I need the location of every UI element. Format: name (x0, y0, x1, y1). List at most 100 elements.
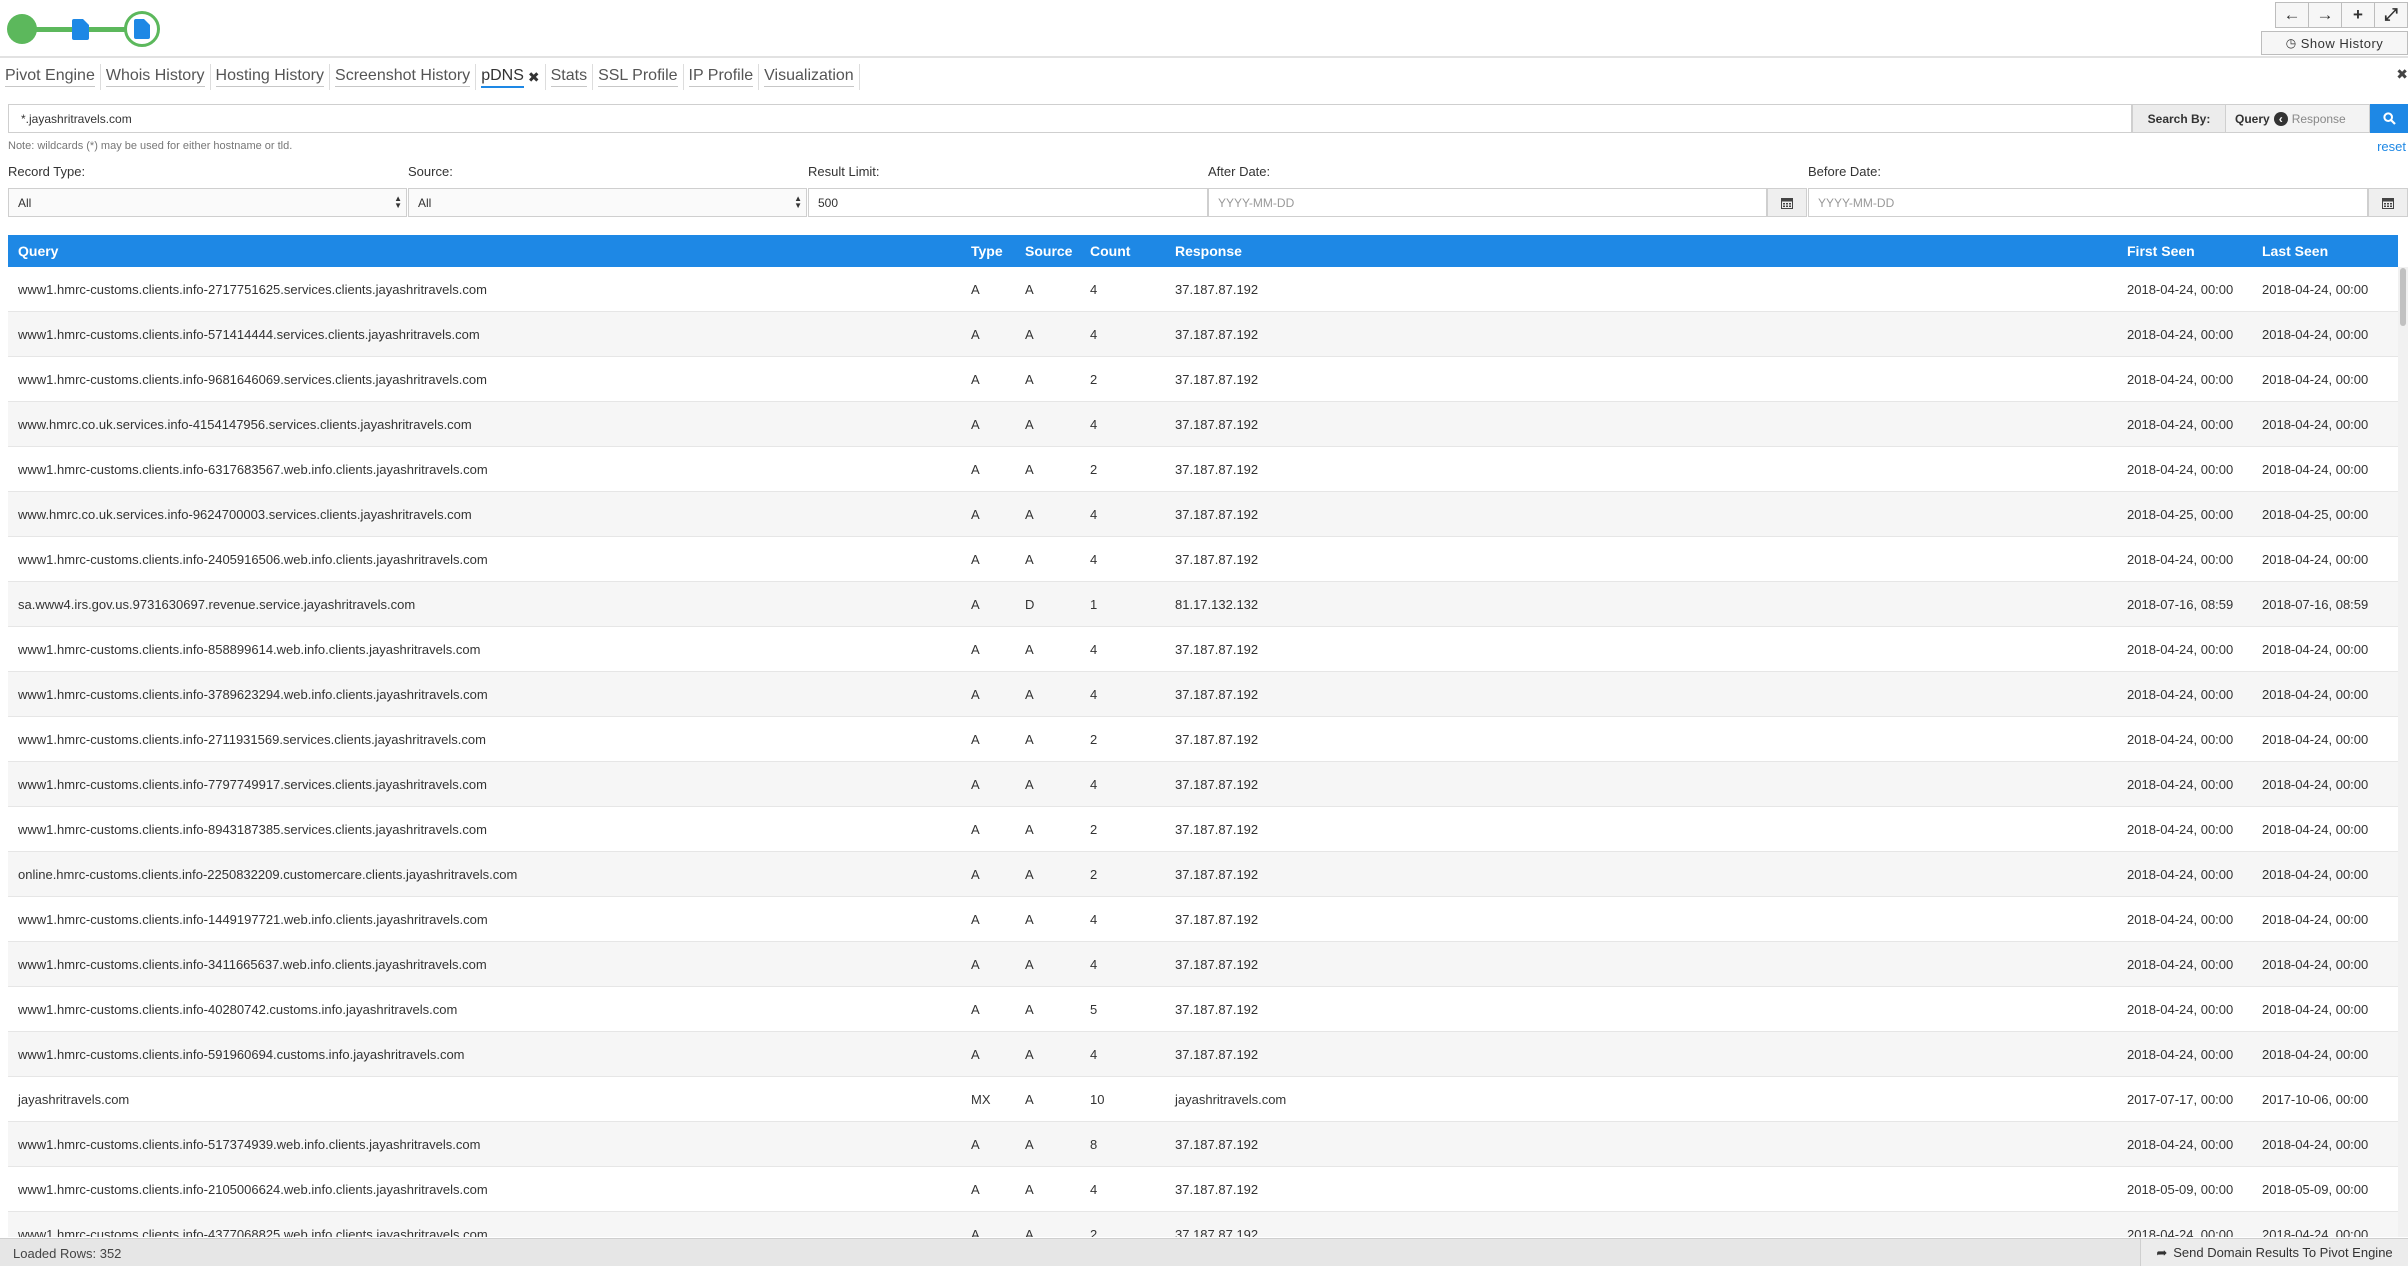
table-row[interactable]: www1.hmrc-customs.clients.info-40280742.… (8, 987, 2398, 1032)
table-row[interactable]: www1.hmrc-customs.clients.info-968164606… (8, 357, 2398, 402)
cell-response[interactable]: 81.17.132.132 (1175, 597, 1258, 612)
table-row[interactable]: www1.hmrc-customs.clients.info-571414444… (8, 312, 2398, 357)
before-date-calendar-button[interactable] (2368, 188, 2408, 217)
table-row[interactable]: www1.hmrc-customs.clients.info-631768356… (8, 447, 2398, 492)
cell-query[interactable]: www1.hmrc-customs.clients.info-40280742.… (18, 1002, 457, 1017)
table-row[interactable]: jayashritravels.com MX A 10 jayashritravels.… (8, 1077, 2398, 1122)
table-row[interactable]: www.hmrc.co.uk.services.info-4154147956.… (8, 402, 2398, 447)
cell-response[interactable]: 37.187.87.192 (1175, 912, 1258, 927)
tab-hosting-history[interactable]: Hosting History (211, 64, 331, 90)
table-row[interactable]: www1.hmrc-customs.clients.info-517374939… (8, 1122, 2398, 1167)
cell-query[interactable]: www1.hmrc-customs.clients.info-894318738… (18, 822, 487, 837)
cell-response[interactable]: 37.187.87.192 (1175, 417, 1258, 432)
table-row[interactable]: www1.hmrc-customs.clients.info-894318738… (8, 807, 2398, 852)
tab-visualization[interactable]: Visualization (759, 64, 860, 90)
cell-query[interactable]: www1.hmrc-customs.clients.info-378962329… (18, 687, 488, 702)
cell-response[interactable]: 37.187.87.192 (1175, 687, 1258, 702)
search-button[interactable] (2370, 104, 2408, 133)
column-header-first-seen[interactable]: First Seen (2127, 243, 2195, 259)
cell-query[interactable]: www1.hmrc-customs.clients.info-271193156… (18, 732, 486, 747)
cell-query[interactable]: www1.hmrc-customs.clients.info-968164606… (18, 372, 487, 387)
send-to-pivot-engine-button[interactable]: ➦ Send Domain Results To Pivot Engine (2140, 1239, 2408, 1266)
table-row[interactable]: www1.hmrc-customs.clients.info-378962329… (8, 672, 2398, 717)
cell-query[interactable]: www1.hmrc-customs.clients.info-571414444… (18, 327, 480, 342)
cell-response[interactable]: 37.187.87.192 (1175, 777, 1258, 792)
cell-response[interactable]: 37.187.87.192 (1175, 957, 1258, 972)
cell-query[interactable]: www1.hmrc-customs.clients.info-144919772… (18, 912, 488, 927)
cell-query[interactable]: www1.hmrc-customs.clients.info-517374939… (18, 1137, 480, 1152)
column-header-type[interactable]: Type (971, 243, 1003, 259)
table-scroll-thumb[interactable] (2400, 268, 2406, 326)
cell-response[interactable]: 37.187.87.192 (1175, 1137, 1258, 1152)
cell-response[interactable]: 37.187.87.192 (1175, 372, 1258, 387)
table-row[interactable]: www.hmrc.co.uk.services.info-9624700003.… (8, 492, 2398, 537)
cell-query[interactable]: www1.hmrc-customs.clients.info-858899614… (18, 642, 480, 657)
result-limit-input[interactable]: 500 (808, 188, 1208, 217)
table-row[interactable]: www1.hmrc-customs.clients.info-271193156… (8, 717, 2398, 762)
table-row[interactable]: www1.hmrc-customs.clients.info-271775162… (8, 267, 2398, 312)
column-header-query[interactable]: Query (18, 243, 58, 259)
table-scrollbar[interactable] (2398, 267, 2408, 1237)
tab-ip-profile[interactable]: IP Profile (684, 64, 760, 90)
column-header-source[interactable]: Source (1025, 243, 1072, 259)
tab-stats[interactable]: Stats (546, 64, 594, 90)
cell-query[interactable]: www1.hmrc-customs.clients.info-631768356… (18, 462, 488, 477)
after-date-calendar-button[interactable] (1767, 188, 1807, 217)
reset-link[interactable]: reset (2377, 139, 2406, 154)
cell-response[interactable]: 37.187.87.192 (1175, 1002, 1258, 1017)
arrow-right-icon[interactable]: → (2308, 2, 2342, 28)
table-row[interactable]: www1.hmrc-customs.clients.info-437706882… (8, 1212, 2398, 1237)
cell-query[interactable]: www1.hmrc-customs.clients.info-271775162… (18, 282, 487, 297)
cell-response[interactable]: 37.187.87.192 (1175, 1047, 1258, 1062)
expand-icon[interactable]: ⤢ (2374, 2, 2408, 28)
close-icon[interactable]: ✖ (528, 69, 540, 86)
table-row[interactable]: online.hmrc-customs.clients.info-2250832… (8, 852, 2398, 897)
after-date-input[interactable]: YYYY-MM-DD (1208, 188, 1767, 217)
start-node-icon[interactable] (7, 14, 37, 44)
cell-query[interactable]: www1.hmrc-customs.clients.info-210500662… (18, 1182, 488, 1197)
cell-response[interactable]: 37.187.87.192 (1175, 1227, 1258, 1237)
cell-query[interactable]: www1.hmrc-customs.clients.info-591960694… (18, 1047, 465, 1062)
cell-response[interactable]: 37.187.87.192 (1175, 462, 1258, 477)
source-select[interactable]: All ▲ ▼ (408, 188, 807, 217)
cell-query[interactable]: online.hmrc-customs.clients.info-2250832… (18, 867, 517, 882)
cell-response[interactable]: 37.187.87.192 (1175, 822, 1258, 837)
cell-response[interactable]: 37.187.87.192 (1175, 642, 1258, 657)
cell-query[interactable]: www.hmrc.co.uk.services.info-4154147956.… (18, 417, 472, 432)
tab-pdns[interactable]: pDNS ✖ (476, 64, 546, 90)
cell-response[interactable]: 37.187.87.192 (1175, 1182, 1258, 1197)
close-panel-icon[interactable]: ✖ (2396, 66, 2408, 83)
current-document-node-icon[interactable] (124, 11, 160, 47)
before-date-input[interactable]: YYYY-MM-DD (1808, 188, 2368, 217)
arrow-left-icon[interactable]: ← (2275, 2, 2309, 28)
tab-screenshot-history[interactable]: Screenshot History (330, 64, 477, 90)
cell-query[interactable]: www1.hmrc-customs.clients.info-779774991… (18, 777, 487, 792)
plus-icon[interactable]: + (2341, 2, 2375, 28)
cell-query[interactable]: www.hmrc.co.uk.services.info-9624700003.… (18, 507, 472, 522)
cell-query[interactable]: www1.hmrc-customs.clients.info-341166563… (18, 957, 487, 972)
table-row[interactable]: www1.hmrc-customs.clients.info-779774991… (8, 762, 2398, 807)
cell-response[interactable]: jayashritravels.com (1175, 1092, 1286, 1107)
cell-query[interactable]: www1.hmrc-customs.clients.info-240591650… (18, 552, 488, 567)
column-header-count[interactable]: Count (1090, 243, 1130, 259)
cell-response[interactable]: 37.187.87.192 (1175, 732, 1258, 747)
search-input[interactable] (8, 104, 2132, 133)
tab-pivot-engine[interactable]: Pivot Engine (0, 64, 101, 90)
cell-query[interactable]: sa.www4.irs.gov.us.9731630697.revenue.se… (18, 597, 415, 612)
query-response-toggle[interactable]: Query ‹ Response (2225, 104, 2370, 133)
cell-response[interactable]: 37.187.87.192 (1175, 507, 1258, 522)
show-history-button[interactable]: ◷ Show History (2261, 31, 2408, 55)
document-icon[interactable] (72, 19, 89, 40)
table-row[interactable]: www1.hmrc-customs.clients.info-858899614… (8, 627, 2398, 672)
table-row[interactable]: sa.www4.irs.gov.us.9731630697.revenue.se… (8, 582, 2398, 627)
cell-query[interactable]: jayashritravels.com (18, 1092, 129, 1107)
cell-response[interactable]: 37.187.87.192 (1175, 327, 1258, 342)
tab-whois-history[interactable]: Whois History (101, 64, 211, 90)
cell-response[interactable]: 37.187.87.192 (1175, 552, 1258, 567)
cell-response[interactable]: 37.187.87.192 (1175, 867, 1258, 882)
cell-query[interactable]: www1.hmrc-customs.clients.info-437706882… (18, 1227, 488, 1237)
table-row[interactable]: www1.hmrc-customs.clients.info-210500662… (8, 1167, 2398, 1212)
record-type-select[interactable]: All ▲ ▼ (8, 188, 407, 217)
column-header-response[interactable]: Response (1175, 243, 1242, 259)
table-row[interactable]: www1.hmrc-customs.clients.info-341166563… (8, 942, 2398, 987)
